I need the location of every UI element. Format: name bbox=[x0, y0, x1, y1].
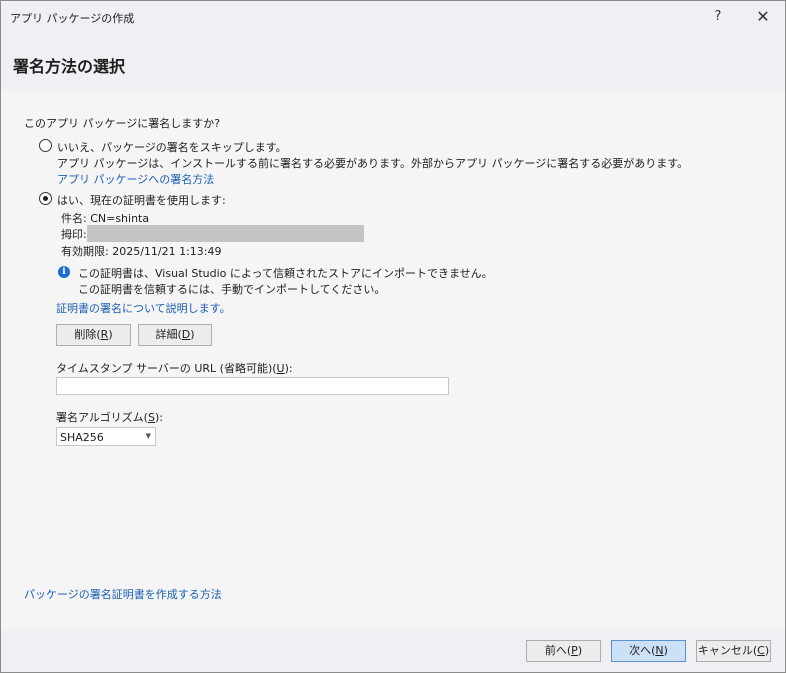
cancel-button[interactable]: キャンセル(C) bbox=[696, 640, 771, 662]
use-current-cert-label[interactable]: はい、現在の証明書を使用します: bbox=[57, 192, 226, 208]
footer-bar: 前へ(P) 次へ(N) キャンセル(C) bbox=[1, 629, 785, 672]
page-title: 署名方法の選択 bbox=[13, 57, 126, 76]
page-header: 署名方法の選択 bbox=[1, 33, 785, 91]
sign-question: このアプリ パッケージに署名しますか? bbox=[24, 117, 221, 130]
radio-use-current-cert[interactable] bbox=[39, 192, 52, 205]
cert-subject: 件名: CN=shinta bbox=[61, 212, 150, 225]
content-area: このアプリ パッケージに署名しますか? いいえ、パッケージの署名をスキップします… bbox=[1, 91, 785, 629]
skip-signing-description: アプリ パッケージは、インストールする前に署名する必要があります。外部からアプリ… bbox=[57, 157, 689, 170]
cert-expiry: 有効期限: 2025/11/21 1:13:49 bbox=[61, 245, 222, 258]
info-message-line2: この証明書を信頼するには、手動でインポートしてください。 bbox=[78, 283, 386, 296]
info-message-line1: この証明書は、Visual Studio によって信頼されたストアにインポートで… bbox=[78, 267, 493, 280]
info-icon: i bbox=[58, 266, 70, 278]
skip-signing-label[interactable]: いいえ、パッケージの署名をスキップします。 bbox=[57, 139, 287, 155]
create-signing-cert-link[interactable]: パッケージの署名証明書を作成する方法 bbox=[24, 586, 222, 602]
signing-algorithm-value: SHA256 bbox=[60, 431, 104, 444]
details-button[interactable]: 詳細(D) bbox=[138, 324, 212, 346]
delete-button[interactable]: 削除(R) bbox=[56, 324, 131, 346]
learn-cert-signing-link[interactable]: 証明書の署名について説明します。 bbox=[56, 300, 231, 316]
dialog-window: アプリ パッケージの作成 ? ✕ 署名方法の選択 このアプリ パッケージに署名し… bbox=[0, 0, 786, 673]
cert-thumbprint-label: 拇印: bbox=[61, 228, 87, 241]
window-title: アプリ パッケージの作成 bbox=[10, 12, 135, 25]
close-button[interactable]: ✕ bbox=[746, 1, 780, 33]
next-button[interactable]: 次へ(N) bbox=[611, 640, 686, 662]
signing-howto-link[interactable]: アプリ パッケージへの署名方法 bbox=[57, 171, 214, 187]
chevron-down-icon: ▼ bbox=[145, 432, 151, 440]
timestamp-url-input[interactable] bbox=[56, 377, 449, 395]
timestamp-url-label: タイムスタンプ サーバーの URL (省略可能)(U): bbox=[56, 362, 293, 375]
cert-thumbprint-redacted bbox=[87, 225, 364, 242]
radio-skip-signing[interactable] bbox=[39, 139, 52, 152]
title-bar: アプリ パッケージの作成 ? ✕ bbox=[1, 1, 785, 33]
help-button[interactable]: ? bbox=[701, 1, 735, 33]
signing-algorithm-select[interactable]: SHA256 ▼ bbox=[56, 427, 156, 446]
signing-algorithm-label: 署名アルゴリズム(S): bbox=[56, 411, 163, 424]
previous-button[interactable]: 前へ(P) bbox=[526, 640, 601, 662]
